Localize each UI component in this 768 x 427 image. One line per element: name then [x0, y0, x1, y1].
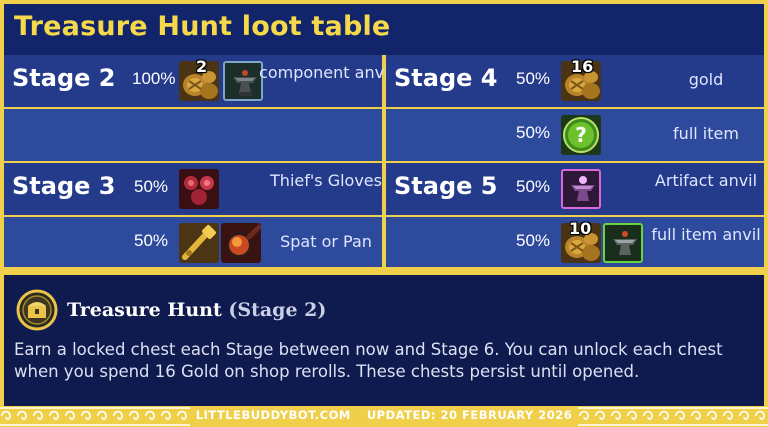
- thiefs-gloves-icon: [179, 169, 219, 209]
- title-bar: Treasure Hunt loot table: [4, 4, 764, 54]
- augment-name: Treasure Hunt: [67, 299, 222, 321]
- stage-3-pct-1: 50%: [134, 177, 169, 196]
- stage-4-pct-2: 50%: [516, 123, 551, 142]
- stage-5-row-1: Stage 5 50% Artifact anvil: [386, 163, 764, 215]
- full-item-anvil-label: full item anvil: [651, 225, 761, 244]
- stage-5-pct-2: 50%: [516, 231, 551, 250]
- footer-updated: UPDATED: 20 FEBRUARY 2026: [366, 408, 573, 422]
- artifact-anvil-label: Artifact anvil: [654, 171, 758, 190]
- augment-stage: (Stage 2): [228, 299, 327, 321]
- stage-5-pct-1: 50%: [516, 177, 551, 196]
- stage-5-badge: 10: [569, 219, 592, 238]
- stage-2-row-empty: [4, 109, 382, 161]
- component-anvil-label: component anvil: [259, 63, 393, 82]
- thiefs-gloves-label: Thief's Gloves: [270, 171, 382, 190]
- augment-title: Treasure Hunt (Stage 2): [67, 299, 326, 321]
- stage-2-row-1: Stage 2 100% 2 component anvil: [4, 55, 393, 107]
- section-divider: [0, 267, 768, 275]
- stage-3-row-1: Stage 3 50% Thief's Gloves: [4, 163, 382, 215]
- gold-label: gold: [688, 70, 724, 89]
- treasure-chest-icon: [16, 289, 58, 331]
- stage-4-pct-1: 50%: [516, 69, 551, 88]
- question-orb-icon: ?: [561, 115, 601, 155]
- augment-description-panel: Treasure Hunt (Stage 2) Earn a locked ch…: [4, 275, 764, 406]
- stage-2-label: Stage 2: [12, 64, 116, 92]
- footer-site-link[interactable]: LITTLEBUDDYBOT.COM: [196, 408, 351, 422]
- augment-body: Earn a locked chest each Stage between n…: [14, 340, 723, 381]
- spat-or-pan-label: Spat or Pan: [280, 232, 372, 251]
- page-title: Treasure Hunt loot table: [14, 11, 391, 42]
- artifact-anvil-icon: [561, 169, 601, 209]
- footer: LITTLEBUDDYBOT.COM UPDATED: 20 FEBRUARY 2…: [0, 406, 768, 427]
- stage-3-pct-2: 50%: [134, 231, 169, 250]
- svg-text:?: ?: [575, 123, 587, 147]
- stage-5-row-2: 50% 10 full item anvil: [386, 217, 764, 269]
- spatula-icon: [179, 223, 219, 263]
- stage-4-badge: 16: [571, 57, 594, 76]
- stage-5-label: Stage 5: [394, 172, 498, 200]
- stage-4-label: Stage 4: [394, 64, 498, 92]
- stage-4-row-1: Stage 4 50% 16 gold: [386, 55, 764, 107]
- stage-3-label: Stage 3: [12, 172, 116, 200]
- full-item-label: full item: [673, 124, 739, 143]
- stage-3-row-2: 50% Spat or Pan: [4, 217, 382, 269]
- stage-2-pct-1: 100%: [132, 69, 176, 88]
- stage-2-badge: 2: [196, 57, 208, 76]
- loot-grid: Stage 2 100% 2 component anvil Stage 4 5…: [4, 55, 764, 269]
- stage-4-row-2: 50% ? full item: [386, 109, 764, 161]
- greek-key-pattern-right: [578, 406, 768, 427]
